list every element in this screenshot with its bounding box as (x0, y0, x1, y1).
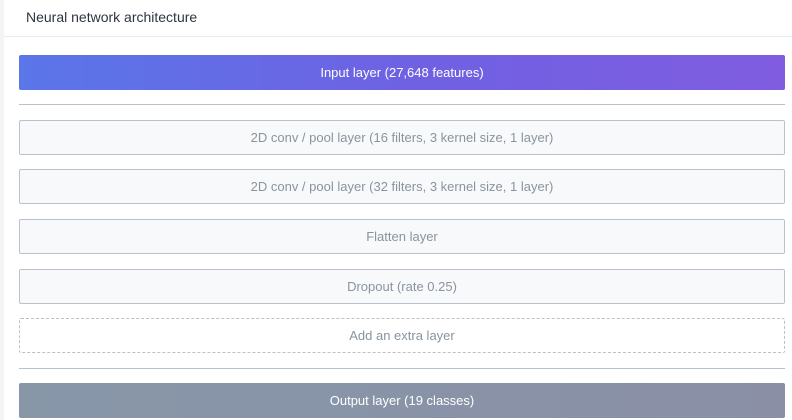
panel-title: Neural network architecture (26, 9, 198, 25)
input-layer[interactable]: Input layer (27,648 features) (19, 55, 785, 90)
add-layer-button[interactable]: Add an extra layer (19, 318, 785, 353)
panel-header: Neural network architecture (4, 0, 792, 37)
architecture-panel: Neural network architecture Input layer … (4, 0, 792, 420)
divider-bottom (19, 368, 785, 369)
divider-top (19, 104, 785, 105)
output-layer[interactable]: Output layer (19 classes) (19, 383, 785, 418)
layer-dropout[interactable]: Dropout (rate 0.25) (19, 269, 785, 304)
layer-conv-pool-32[interactable]: 2D conv / pool layer (32 filters, 3 kern… (19, 169, 785, 204)
layer-flatten[interactable]: Flatten layer (19, 219, 785, 254)
layer-conv-pool-16[interactable]: 2D conv / pool layer (16 filters, 3 kern… (19, 120, 785, 155)
